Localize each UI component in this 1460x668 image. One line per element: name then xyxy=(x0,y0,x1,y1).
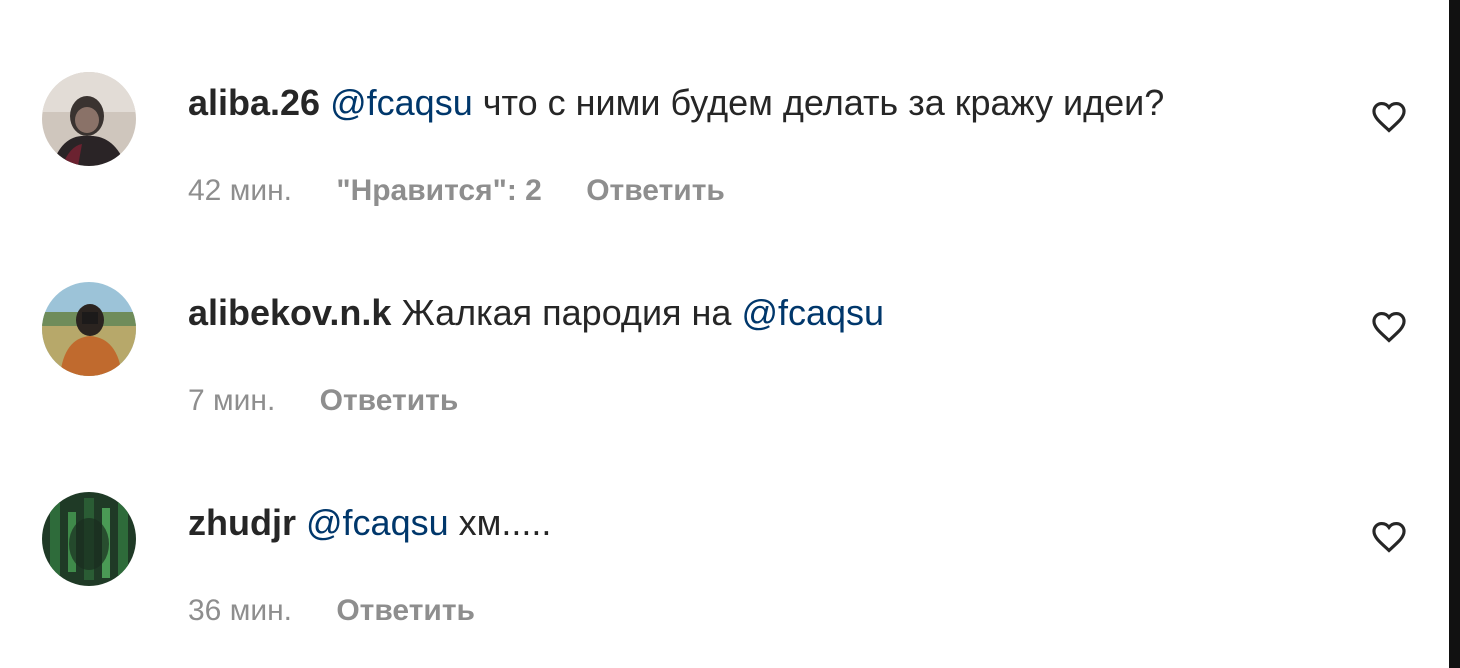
reply-button[interactable]: Ответить xyxy=(336,594,475,627)
comment-time: 42 мин. xyxy=(188,174,292,207)
comment-body: хм..... xyxy=(458,502,552,543)
likes-count[interactable]: "Нравится": 2 xyxy=(336,174,542,207)
comment-meta: 36 мин. Ответить xyxy=(188,593,511,629)
comments-page: aliba.26 @fcaqsu что с ними будем делать… xyxy=(0,0,1460,668)
comment-text: alibekov.n.k Жалкая пародия на @fcaqsu xyxy=(188,292,884,334)
username-link[interactable]: zhudjr xyxy=(188,502,296,543)
heart-outline-icon[interactable] xyxy=(1370,308,1408,346)
username-link[interactable]: aliba.26 xyxy=(188,82,320,123)
comment-meta: 7 мин. Ответить xyxy=(188,383,494,419)
mention-link[interactable]: @fcaqsu xyxy=(330,82,473,123)
username-link[interactable]: alibekov.n.k xyxy=(188,292,391,333)
comment-meta: 42 мин. "Нравится": 2 Ответить xyxy=(188,173,761,209)
comment-item: alibekov.n.k Жалкая пародия на @fcaqsu 7… xyxy=(0,280,1445,420)
reply-button[interactable]: Ответить xyxy=(320,384,459,417)
avatar[interactable] xyxy=(42,72,136,166)
avatar[interactable] xyxy=(42,492,136,586)
avatar[interactable] xyxy=(42,282,136,376)
window-edge xyxy=(1449,0,1460,668)
comment-time: 36 мин. xyxy=(188,594,292,627)
mention-link[interactable]: @fcaqsu xyxy=(306,502,449,543)
comment-body: Жалкая пародия на xyxy=(401,292,732,333)
comment-text: aliba.26 @fcaqsu что с ними будем делать… xyxy=(188,82,1164,124)
comment-time: 7 мин. xyxy=(188,384,276,417)
reply-button[interactable]: Ответить xyxy=(586,174,725,207)
comment-text: zhudjr @fcaqsu хм..... xyxy=(188,502,551,544)
comment-item: zhudjr @fcaqsu хм..... 36 мин. Ответить xyxy=(0,490,1445,630)
heart-outline-icon[interactable] xyxy=(1370,518,1408,556)
mention-link[interactable]: @fcaqsu xyxy=(741,292,884,333)
comment-body: что с ними будем делать за кражу идеи? xyxy=(482,82,1165,123)
heart-outline-icon[interactable] xyxy=(1370,98,1408,136)
comment-item: aliba.26 @fcaqsu что с ними будем делать… xyxy=(0,70,1445,210)
